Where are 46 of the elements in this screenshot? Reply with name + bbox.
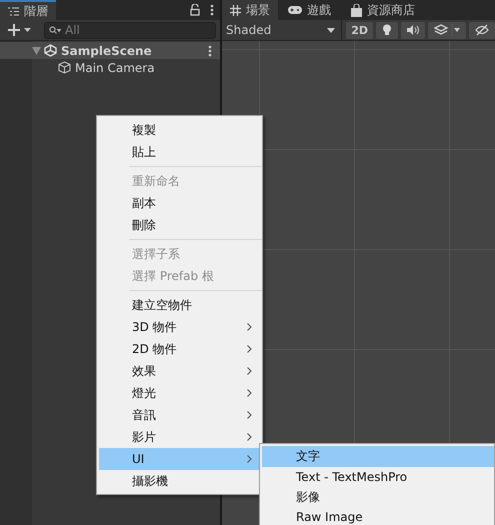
menu-item[interactable]: 燈光	[99, 382, 262, 404]
mode-2d-button[interactable]: 2D	[346, 22, 373, 38]
light-bulb-icon	[382, 24, 392, 36]
menu-item[interactable]: 效果	[99, 360, 262, 382]
menu-item[interactable]: 貼上	[99, 141, 262, 163]
menu-item[interactable]: 複製	[99, 119, 262, 141]
menu-item[interactable]: 建立空物件	[99, 294, 262, 316]
shading-dropdown[interactable]: Shaded	[222, 20, 342, 40]
lock-icon[interactable]	[190, 4, 200, 16]
scene-tab[interactable]: 遊戲	[278, 0, 341, 20]
shopping-bag-icon	[351, 4, 362, 16]
menu-item[interactable]: 影像	[262, 487, 494, 507]
menu-item[interactable]: 攝影機	[99, 470, 262, 492]
tree-item[interactable]: Main Camera	[0, 59, 220, 76]
add-dropdown-icon[interactable]	[8, 24, 32, 36]
menu-item[interactable]: 3D 物件	[99, 316, 262, 338]
caret-icon	[327, 28, 336, 32]
kebab-menu-icon[interactable]	[210, 4, 214, 16]
kebab-menu-icon[interactable]	[208, 44, 212, 56]
menu-item[interactable]: 文字	[262, 446, 494, 467]
grid-icon	[230, 4, 241, 16]
menu-item[interactable]: 2D 物件	[99, 338, 262, 360]
menu-item[interactable]: UI	[99, 448, 262, 470]
search-field[interactable]: All	[44, 22, 216, 38]
scene-tab[interactable]: 資源商店	[341, 0, 425, 20]
hidden-eye-button[interactable]	[469, 22, 495, 38]
list-icon	[8, 6, 19, 16]
cube-icon	[58, 61, 71, 74]
menu-item[interactable]: 影片	[99, 426, 262, 448]
layers-icon	[434, 24, 460, 36]
light-bulb-button[interactable]	[376, 22, 398, 38]
menu-item[interactable]: Raw Image	[262, 507, 494, 525]
hierarchy-tab[interactable]: 階層	[0, 0, 56, 20]
expand-triangle-icon[interactable]	[32, 46, 44, 54]
menu-item[interactable]: 音訊	[99, 404, 262, 426]
scene-tab[interactable]: 場景	[222, 0, 278, 20]
menu-item[interactable]: 副本	[99, 192, 262, 214]
layers-dropdown-button[interactable]	[428, 22, 466, 38]
eye-slash-icon	[475, 24, 489, 36]
speaker-button[interactable]	[401, 22, 425, 38]
gamepad-icon	[288, 6, 302, 14]
speaker-icon	[407, 25, 419, 35]
unity-logo-icon	[44, 44, 57, 57]
menu-item[interactable]: Text - TextMeshPro	[262, 467, 494, 487]
menu-item[interactable]: 刪除	[99, 214, 262, 236]
scene-row[interactable]: SampleScene	[0, 42, 220, 59]
